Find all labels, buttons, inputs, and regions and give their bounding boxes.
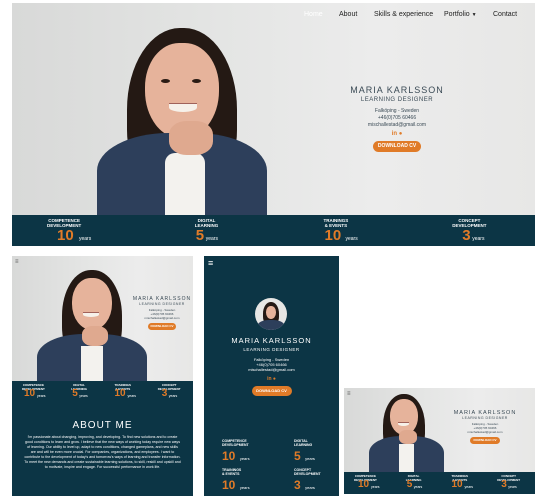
stat-label-2: LEARNING	[294, 443, 313, 447]
profile-card: MARIA KARLSSON LEARNING DESIGNER Falköpi…	[132, 296, 192, 330]
stat-unit: years	[413, 485, 423, 489]
github-icon[interactable]: ●	[273, 376, 276, 382]
stat-unit: years	[508, 485, 517, 489]
stat-number: 10	[222, 478, 236, 492]
stat-number: 10	[451, 479, 463, 490]
stat-number: 10	[24, 388, 36, 399]
stat-number: 5	[72, 388, 78, 399]
profile-email: mischallestad@gmail.com	[248, 367, 295, 372]
nav-contact[interactable]: Contact	[493, 11, 517, 18]
download-cv-button[interactable]: DOWNLOAD CV	[251, 386, 292, 396]
profile-name: MARIA KARLSSON	[231, 336, 312, 345]
profile-email: mischallestad@gmail.com	[367, 122, 427, 128]
stats-grid: COMPETENCE DEVELOPMENT 10 years DIGITAL LEA…	[204, 436, 339, 496]
stats-bar: COMPETENCE DEVELOPMENT 10 years DIGITAL LEAR…	[12, 381, 193, 403]
hamburger-menu-icon[interactable]: ≡	[347, 390, 351, 398]
profile-name: MARIA KARLSSON	[350, 85, 444, 95]
stat-unit: years	[168, 394, 178, 398]
stat-unit: years	[371, 485, 380, 489]
stat-unit: years	[239, 456, 250, 461]
stats-bar: COMPETENCE DEVELOPMENT 10 years DIGITAL LEAR…	[344, 472, 535, 494]
portrait-photo	[97, 3, 307, 223]
stat-number: 10	[57, 227, 74, 244]
stats-bar: COMPETENCE DEVELOPMENT 10 years DIGITAL LE…	[12, 215, 535, 246]
profile-role: LEARNING DESIGNER	[139, 302, 185, 306]
desktop-screen: Home About Skills & experience Portfolio…	[12, 3, 535, 246]
nav-about[interactable]: About	[339, 11, 357, 18]
stat-item: DIGITAL LEARNING 5 years	[143, 215, 274, 246]
hamburger-menu-icon[interactable]: ≡	[208, 259, 213, 268]
stat-number: 3	[501, 479, 507, 490]
profile-role: LEARNING DESIGNER	[462, 416, 508, 420]
stat-unit: years	[345, 236, 358, 242]
download-cv-button[interactable]: DOWNLOAD CV	[373, 141, 421, 152]
portrait-photo	[37, 264, 147, 381]
stat-item: TRAININGS & EVENTS 10 years	[222, 468, 250, 494]
mobile-screen: ≡ MARIA KARLSSON LEARNING DESIGNER Falkö…	[204, 256, 339, 496]
social-links: in ●	[337, 131, 457, 137]
stat-unit: years	[79, 394, 88, 398]
stat-unit: years	[239, 485, 250, 490]
stat-number: 10	[114, 388, 126, 399]
about-section: ABOUT ME I'm passionate about changing, …	[12, 406, 193, 496]
linkedin-icon[interactable]: in	[267, 376, 271, 382]
stat-item: TRAININGS & EVENTS 10 years	[274, 215, 405, 246]
profile-role: LEARNING DESIGNER	[360, 97, 434, 103]
stat-number: 5	[195, 227, 205, 244]
stat-number: 3	[161, 388, 168, 399]
about-heading: ABOUT ME	[72, 420, 133, 431]
stat-unit: years	[464, 485, 474, 489]
linkedin-icon[interactable]: in	[392, 131, 397, 137]
stat-label-2: DEVELOPMENT	[222, 443, 249, 447]
portrait-photo	[369, 388, 444, 476]
stat-label-2: DEVELOPMENT	[294, 472, 321, 476]
stat-item: CONCEPT DEVELOPMENT 3 years	[404, 215, 535, 246]
stat-item: CONCEPT DEVELOPMENT 3 years	[294, 468, 321, 494]
stat-number: 10	[324, 227, 342, 244]
stat-item: DIGITAL LEARNING 5 years	[294, 439, 315, 465]
stat-unit: years	[305, 456, 315, 461]
github-icon[interactable]: ●	[399, 131, 403, 137]
profile-card: MARIA KARLSSON LEARNING DESIGNER Falköpi…	[450, 410, 520, 444]
download-cv-button[interactable]: DOWNLOAD CV	[470, 437, 500, 444]
profile-phone: +46(0)705 60466	[377, 115, 417, 121]
nav-home[interactable]: Home	[304, 11, 323, 18]
download-cv-button[interactable]: DOWNLOAD CV	[148, 323, 176, 330]
profile-role: LEARNING DESIGNER	[243, 347, 300, 352]
stat-number: 10	[358, 479, 370, 490]
stat-item: COMPETENCE DEVELOPMENT 10 years	[12, 215, 143, 246]
hamburger-menu-icon[interactable]: ≡	[15, 258, 19, 266]
nav-skills[interactable]: Skills & experience	[374, 11, 433, 18]
chevron-down-icon: ▼	[471, 12, 477, 18]
profile-email: mischallestad@gmail.com	[467, 430, 503, 434]
tablet-hero: ≡ MARIA KARLSSON LEARNING DESIGNER Falkö…	[12, 256, 193, 381]
stat-item: COMPETENCE DEVELOPMENT 10 years	[222, 439, 250, 465]
profile-location: Falköping - Sweden	[374, 108, 420, 114]
stat-unit: years	[205, 236, 218, 242]
nav-portfolio[interactable]: Portfolio ▼	[444, 11, 477, 18]
social-links: in ●	[204, 376, 339, 382]
avatar	[255, 298, 287, 330]
about-text: I'm passionate about changing, improving…	[24, 435, 181, 469]
tablet-screen: ≡ MARIA KARLSSON LEARNING DESIGNER Falkö…	[12, 256, 193, 496]
laptop-screen: ≡ MARIA KARLSSON LEARNING DESIGNER Falkö…	[344, 388, 535, 494]
stat-unit: years	[305, 485, 315, 490]
stat-number: 10	[222, 449, 236, 463]
stat-number: 3	[294, 478, 301, 492]
nav-portfolio-label: Portfolio	[444, 11, 470, 18]
profile-email: mischallestad@gmail.com	[144, 316, 180, 320]
stat-number: 5	[294, 449, 301, 463]
stat-unit: years	[37, 394, 46, 398]
stat-number: 3	[462, 227, 471, 244]
profile-card: MARIA KARLSSON LEARNING DESIGNER Falköpi…	[337, 85, 457, 152]
stat-unit: years	[127, 394, 137, 398]
stat-number: 5	[406, 479, 413, 490]
stat-unit: years	[472, 236, 485, 242]
profile-card: MARIA KARLSSON LEARNING DESIGNER Falköpi…	[204, 336, 339, 396]
stat-unit: years	[79, 236, 92, 242]
stat-label-2: & EVENTS	[222, 472, 240, 476]
